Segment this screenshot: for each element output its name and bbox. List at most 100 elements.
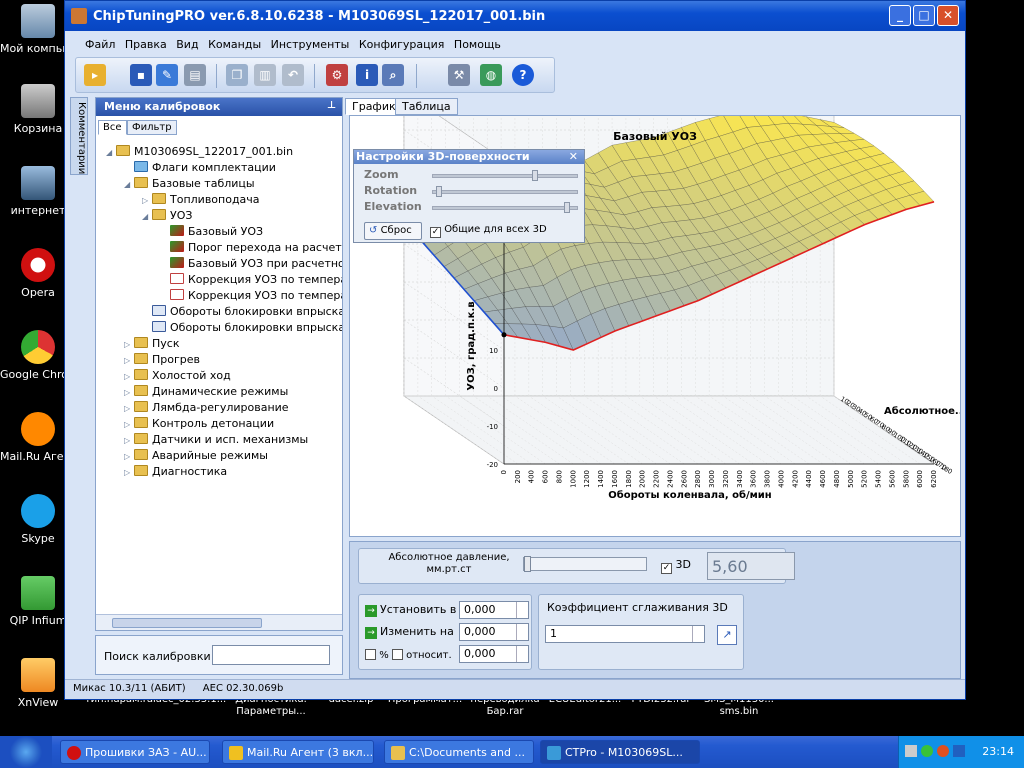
tray-icon[interactable] <box>921 745 933 757</box>
tree-node[interactable]: Коррекция УОЗ по температуре <box>160 272 342 288</box>
tray-icon[interactable] <box>953 745 965 757</box>
reset-button[interactable]: ↺ Сброс <box>364 222 422 240</box>
tree-node[interactable]: ▷ Аварийные режимы <box>124 448 268 464</box>
expand-toggle-icon[interactable]: ▷ <box>124 433 134 449</box>
task-mailru[interactable]: Mail.Ru Агент (3 вкл... <box>222 740 374 764</box>
tree-node[interactable]: Флаги комплектации <box>124 160 276 176</box>
zoom-slider-handle[interactable] <box>532 170 539 181</box>
tree-node[interactable]: Обороты блокировки впрыска <box>142 304 342 320</box>
menu-file[interactable]: Файл <box>85 38 115 51</box>
tree-node[interactable]: ▷ Пуск <box>124 336 179 352</box>
tab-table[interactable]: Таблица <box>395 98 458 115</box>
minimize-button[interactable]: _ <box>889 5 911 26</box>
undo-icon[interactable]: ↶ <box>282 64 304 86</box>
scrollbar-thumb[interactable] <box>112 618 262 628</box>
expand-toggle-icon[interactable]: ◢ <box>106 145 116 161</box>
tree-node[interactable]: ◢ M103069SL_122017_001.bin <box>106 144 293 160</box>
task-opera[interactable]: Прошивки ЗАЗ - AU... <box>60 740 210 764</box>
smoothing-input[interactable]: 1 <box>545 625 705 643</box>
elevation-slider[interactable] <box>432 202 578 213</box>
tree-node[interactable]: ▷ Контроль детонации <box>124 416 274 432</box>
menu-edit[interactable]: Правка <box>125 38 167 51</box>
expand-toggle-icon[interactable]: ▷ <box>142 193 152 209</box>
tree-horizontal-scrollbar[interactable] <box>96 614 342 630</box>
start-button[interactable] <box>0 736 52 768</box>
open-folder-icon[interactable]: ▸ <box>84 64 106 86</box>
tree-node[interactable]: ▷ Датчики и исп. механизмы <box>124 432 308 448</box>
print-icon[interactable]: ▤ <box>184 64 206 86</box>
expand-toggle-icon[interactable]: ▷ <box>124 417 134 433</box>
task-ctpro[interactable]: CTPro - M103069SL... <box>540 740 700 764</box>
paste-icon[interactable]: ▥ <box>254 64 276 86</box>
tree-node[interactable]: ◢ Базовые таблицы <box>124 176 255 192</box>
tree-node[interactable]: Обороты блокировки впрыска <box>142 320 342 336</box>
percent-row[interactable]: % относит. <box>365 649 452 661</box>
tree-node[interactable]: ▷ Холостой ход <box>124 368 231 384</box>
comments-side-tab[interactable]: Комментарии <box>70 97 88 175</box>
search-input[interactable] <box>212 645 330 665</box>
relative-spinner[interactable] <box>516 646 528 662</box>
set-spinner[interactable] <box>516 602 528 618</box>
check-3d-checkbox[interactable]: ✓ <box>661 563 672 574</box>
tree-node[interactable]: Порог перехода на расчетный <box>160 240 342 256</box>
expand-toggle-icon[interactable]: ▷ <box>124 369 134 385</box>
menu-view[interactable]: Вид <box>176 38 198 51</box>
pressure-slider[interactable] <box>523 556 647 572</box>
tree-node[interactable]: ▷ Лямбда-регулирование <box>124 400 289 416</box>
close-button[interactable]: ✕ <box>937 5 959 26</box>
change-value-input[interactable]: 0,000 <box>459 623 529 641</box>
menu-commands[interactable]: Команды <box>208 38 261 51</box>
tree-node[interactable]: ▷ Диагностика <box>124 464 227 480</box>
expand-toggle-icon[interactable]: ▷ <box>124 337 134 353</box>
menu-config[interactable]: Конфигурация <box>359 38 445 51</box>
tray-icon[interactable] <box>937 745 949 757</box>
save-as-icon[interactable]: ✎ <box>156 64 178 86</box>
save-icon[interactable]: ▪ <box>130 64 152 86</box>
checksum-icon[interactable]: ⚙ <box>326 64 348 86</box>
expand-toggle-icon[interactable]: ▷ <box>124 449 134 465</box>
settings-icon[interactable]: ⚒ <box>448 64 470 86</box>
tree-node[interactable]: ▷ Динамические режимы <box>124 384 288 400</box>
tree-node[interactable]: Базовый УОЗ при расчетном <box>160 256 342 272</box>
set-value-input[interactable]: 0,000 <box>459 601 529 619</box>
tree-node[interactable]: ▷ Топливоподача <box>142 192 260 208</box>
help-icon[interactable]: ? <box>512 64 534 86</box>
set-row[interactable]: → Установить в <box>365 603 456 617</box>
window-titlebar[interactable]: ChipTuningPRO ver.6.8.10.6238 - M103069S… <box>65 1 965 31</box>
pressure-slider-handle[interactable] <box>524 556 531 572</box>
relative-checkbox[interactable] <box>391 649 403 660</box>
tree-node[interactable]: ▷ Прогрев <box>124 352 200 368</box>
tree-node[interactable]: Коррекция УОЗ по температуре <box>160 288 342 304</box>
tray-icon[interactable] <box>905 745 917 757</box>
expand-toggle-icon[interactable]: ▷ <box>124 401 134 417</box>
all-3d-checkbox-row[interactable]: ✓ Общие для всех 3D <box>430 224 547 238</box>
task-explorer[interactable]: C:\Documents and ... <box>384 740 534 764</box>
copy-icon[interactable]: ❐ <box>226 64 248 86</box>
expand-toggle-icon[interactable]: ◢ <box>142 209 152 225</box>
dialog-header[interactable]: Настройки 3D-поверхности ✕ <box>354 150 584 164</box>
tab-graph[interactable]: График <box>345 98 403 115</box>
all-3d-checkbox[interactable]: ✓ <box>430 227 441 238</box>
expand-toggle-icon[interactable]: ▷ <box>124 385 134 401</box>
compare-icon[interactable]: ⌕ <box>382 64 404 86</box>
change-spinner[interactable] <box>516 624 528 640</box>
dialog-close-icon[interactable]: ✕ <box>569 150 578 164</box>
relative-value-input[interactable]: 0,000 <box>459 645 529 663</box>
rotation-slider[interactable] <box>432 186 578 197</box>
tree-node[interactable]: Базовый УОЗ <box>160 224 263 240</box>
elevation-slider-handle[interactable] <box>563 202 570 213</box>
maximize-button[interactable]: □ <box>913 5 935 26</box>
menu-tools[interactable]: Инструменты <box>271 38 350 51</box>
pin-icon[interactable]: ⊥ <box>327 100 336 111</box>
tree-node[interactable]: ◢ УОЗ <box>142 208 192 224</box>
rotation-slider-handle[interactable] <box>435 186 442 197</box>
apply-smoothing-icon[interactable]: ↗ <box>717 625 737 645</box>
menu-help[interactable]: Помощь <box>454 38 501 51</box>
check-3d-row[interactable]: ✓ 3D <box>661 558 691 574</box>
tab-filter[interactable]: Фильтр <box>127 120 177 135</box>
expand-toggle-icon[interactable]: ▷ <box>124 353 134 369</box>
expand-toggle-icon[interactable]: ◢ <box>124 177 134 193</box>
percent-checkbox[interactable] <box>365 649 376 660</box>
expand-toggle-icon[interactable]: ▷ <box>124 465 134 481</box>
smoothing-spinner[interactable] <box>692 626 704 642</box>
